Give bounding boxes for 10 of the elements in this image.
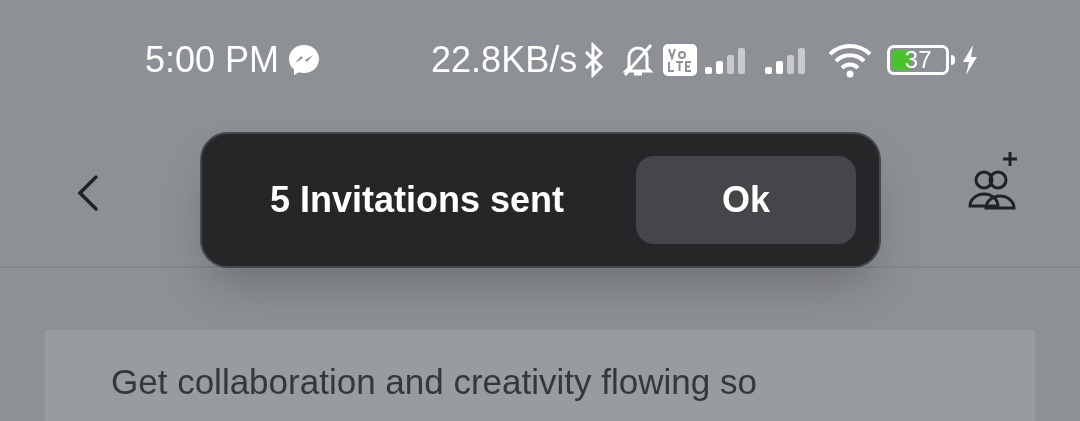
time: 5:00 PM [145, 38, 280, 82]
bell-muted-icon [621, 42, 656, 78]
banner-text: Get collaboration and creativity flowing so [111, 362, 757, 401]
messenger-icon [287, 43, 322, 77]
wifi-icon [827, 42, 874, 78]
network-speed: 22.8KB/s [431, 38, 578, 82]
toast-message: 5 Invitations sent [270, 178, 566, 222]
volte-icon [663, 44, 698, 76]
ok-button[interactable]: Ok [636, 156, 856, 244]
bluetooth-icon [583, 42, 606, 78]
